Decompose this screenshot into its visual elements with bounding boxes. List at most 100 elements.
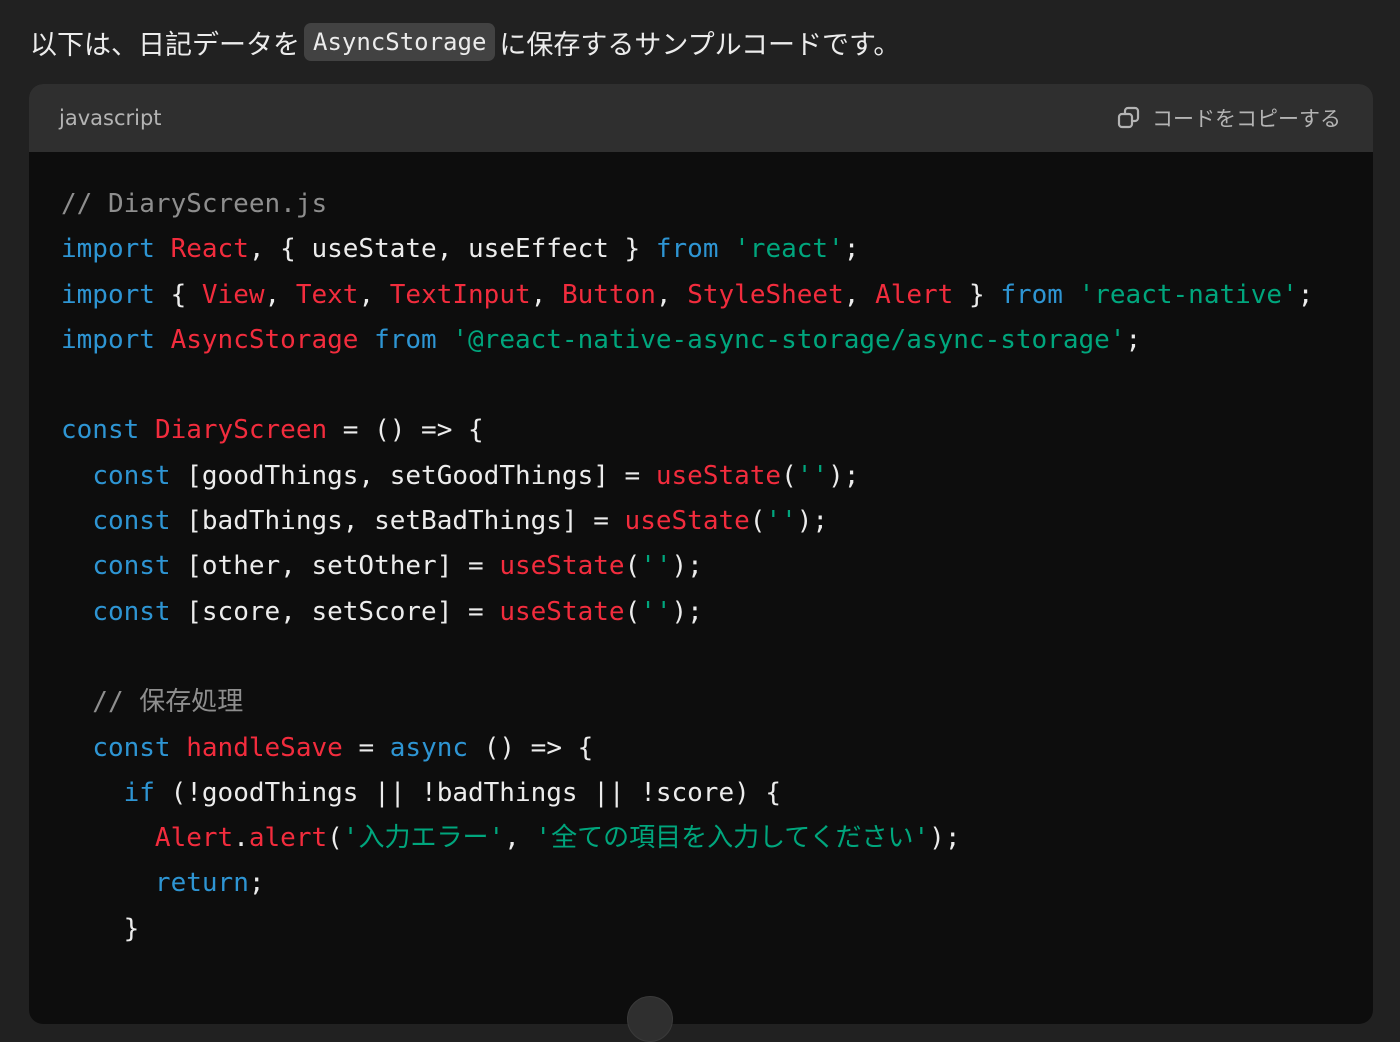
copy-code-label: コードをコピーする xyxy=(1152,107,1341,131)
code-line: import AsyncStorage from '@react-native-… xyxy=(61,318,1373,363)
code-token: useState xyxy=(655,460,782,491)
code-token: ( xyxy=(624,551,641,582)
code-line: // 保存処理 xyxy=(61,680,1373,725)
code-token: ( xyxy=(781,460,797,491)
code-token: () => { xyxy=(468,732,594,763)
code-token: Alert xyxy=(875,279,954,310)
code-token: ; xyxy=(1297,279,1314,310)
code-token: ); xyxy=(671,596,703,627)
copy-code-button[interactable]: コードをコピーする xyxy=(1116,103,1341,133)
code-token: '入力エラー' xyxy=(342,823,505,854)
code-token: const xyxy=(92,551,171,582)
code-token: ; xyxy=(843,234,860,265)
intro-text-before: 以下は、日記データを xyxy=(30,29,300,61)
code-token: const xyxy=(92,732,171,763)
code-token: const xyxy=(92,460,171,491)
code-token: ); xyxy=(796,506,829,537)
inline-code: AsyncStorage xyxy=(304,23,496,61)
code-line: import { View, Text, TextInput, Button, … xyxy=(61,273,1373,318)
code-token: return xyxy=(154,868,249,899)
copy-icon xyxy=(1116,105,1142,131)
code-token: const xyxy=(92,506,171,537)
code-token: ); xyxy=(828,460,860,491)
code-token: ); xyxy=(929,823,961,854)
code-token: useState xyxy=(499,551,625,582)
code-line: const DiaryScreen = () => { xyxy=(61,408,1373,453)
code-token: AsyncStorage xyxy=(170,324,359,355)
code-token: const xyxy=(92,596,171,627)
code-token: const xyxy=(61,415,140,446)
code-token: TextInput xyxy=(389,279,531,310)
code-line: // DiaryScreen.js xyxy=(61,182,1373,227)
code-token: React xyxy=(170,234,249,265)
code-body: // DiaryScreen.js import React, { useStat… xyxy=(29,152,1373,952)
code-token: , xyxy=(843,279,876,310)
code-line: return; xyxy=(61,861,1373,906)
code-line: import React, { useState, useEffect } fr… xyxy=(61,227,1373,272)
code-token: 'react' xyxy=(734,234,844,265)
code-line: if (!goodThings || !badThings || !score)… xyxy=(61,771,1373,816)
intro-text-after: に保存するサンプルコードです。 xyxy=(499,29,901,61)
code-line: const [other, setOther] = useState(''); xyxy=(61,544,1373,589)
code-token: (!goodThings || !badThings || !score) { xyxy=(154,777,782,808)
code-token: from xyxy=(374,324,437,355)
code-line: const [score, setScore] = useState(''); xyxy=(61,590,1373,635)
intro-paragraph: 以下は、日記データを AsyncStorage に保存するサンプルコードです。 xyxy=(30,20,900,64)
code-token: } xyxy=(953,279,1001,310)
code-token: if xyxy=(123,777,155,808)
code-token: // DiaryScreen.js xyxy=(61,189,328,219)
code-token: handleSave xyxy=(186,732,343,763)
code-token: Button xyxy=(561,279,656,310)
code-token: , { useState, useEffect } xyxy=(248,234,656,265)
code-token: View xyxy=(201,279,265,310)
code-token: , xyxy=(358,279,390,310)
code-token: '' xyxy=(640,551,672,582)
code-token: from xyxy=(655,234,719,265)
code-token: import xyxy=(61,234,155,265)
code-token: alert xyxy=(248,823,328,854)
code-token: , xyxy=(264,279,296,310)
code-token: '' xyxy=(765,506,797,537)
code-block: javascript コードをコピーする // DiaryScreen.js im… xyxy=(29,84,1373,1024)
code-token: ; xyxy=(1125,324,1142,355)
code-token: ( xyxy=(327,823,343,854)
code-token: '@react-native-async-storage/async-stora… xyxy=(452,324,1126,355)
code-token: // 保存処理 xyxy=(61,687,244,718)
code-token: [other, setOther] = xyxy=(170,551,500,582)
code-token: from xyxy=(1000,279,1063,310)
code-token: '' xyxy=(796,460,829,491)
code-token: 'react-native' xyxy=(1078,279,1298,310)
code-line: const [badThings, setBadThings] = useSta… xyxy=(61,499,1373,544)
code-line: const [goodThings, setGoodThings] = useS… xyxy=(61,454,1373,499)
code-token: Alert xyxy=(154,823,234,854)
code-token: = xyxy=(342,732,390,763)
code-block-header: javascript コードをコピーする xyxy=(29,84,1373,152)
code-token: ( xyxy=(749,506,766,537)
code-token: , xyxy=(530,279,562,310)
code-token: '' xyxy=(640,596,672,627)
code-token: { xyxy=(154,279,202,310)
code-token: , xyxy=(655,279,688,310)
code-token: , xyxy=(504,823,536,854)
code-token: [badThings, setBadThings] = xyxy=(170,506,625,537)
code-token: . xyxy=(233,823,249,854)
code-line: const handleSave = async () => { xyxy=(61,726,1373,771)
code-token: ; xyxy=(248,868,265,899)
code-token: useState xyxy=(499,596,625,627)
